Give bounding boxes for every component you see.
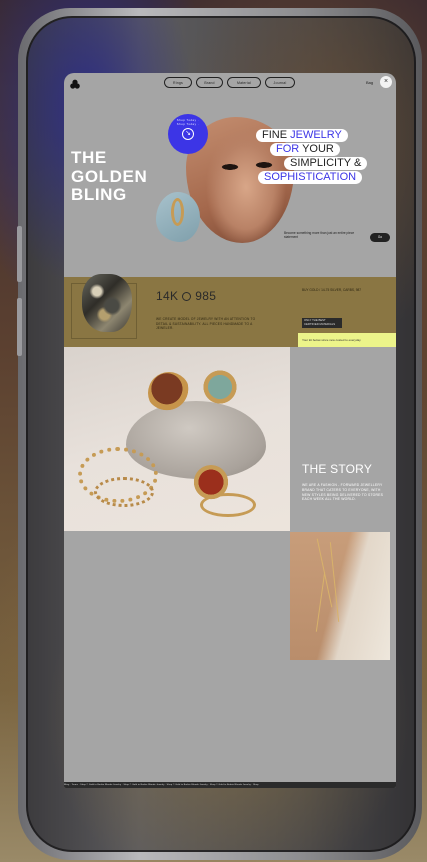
purity-values: 14K 985: [156, 289, 217, 303]
necklace-photo: [290, 532, 390, 660]
story-copy: WE ARE A FASHION - FORWARD JEWELLERY BRA…: [302, 483, 384, 502]
highlight-bar: Your kit below since new costed to every…: [298, 333, 396, 347]
badge-text: Shop Today · Shop Today ·: [176, 118, 200, 126]
nav-item-brand[interactable]: Brand: [196, 77, 223, 88]
hero-cta-button[interactable]: Go: [370, 233, 390, 242]
website-screen: Rings Brand Material Journal Bag × Shop …: [64, 73, 396, 788]
band-description: WE CREATE MODEL OF JEWELRY WITH AN ATTEN…: [156, 317, 256, 331]
stone-image-box: [71, 274, 137, 339]
nav-item-rings[interactable]: Rings: [164, 77, 192, 88]
brand-logo-icon[interactable]: [70, 79, 80, 89]
phone-side-button: [17, 226, 22, 282]
shop-badge[interactable]: Shop Today · Shop Today · ↘: [168, 114, 208, 154]
arrow-down-right-icon: ↘: [182, 128, 194, 140]
circle-separator-icon: [182, 291, 192, 301]
story-title: THE STORY: [302, 462, 373, 476]
rings-on-stone-photo: [64, 347, 290, 531]
footer-bar[interactable]: Bling · Terms · Shop © Gold to Barbie Bl…: [64, 782, 396, 788]
nav-item-material[interactable]: Material: [227, 77, 261, 88]
close-button[interactable]: ×: [380, 76, 392, 88]
phone-side-button: [17, 298, 22, 356]
certified-tag: ONLY THE BEST CERTIFIED MATERIALS: [302, 318, 342, 328]
nav-item-journal[interactable]: Journal: [265, 77, 295, 88]
hero-title: THE GOLDEN BLING: [71, 148, 148, 204]
gold-note: BUY GOLD / 14-75 SILVER, CARBS, 987: [302, 288, 362, 292]
gold-nugget-photo: [82, 274, 132, 332]
hero-subtext: Become something more than just an entir…: [284, 231, 355, 240]
bag-link[interactable]: Bag: [366, 80, 373, 85]
